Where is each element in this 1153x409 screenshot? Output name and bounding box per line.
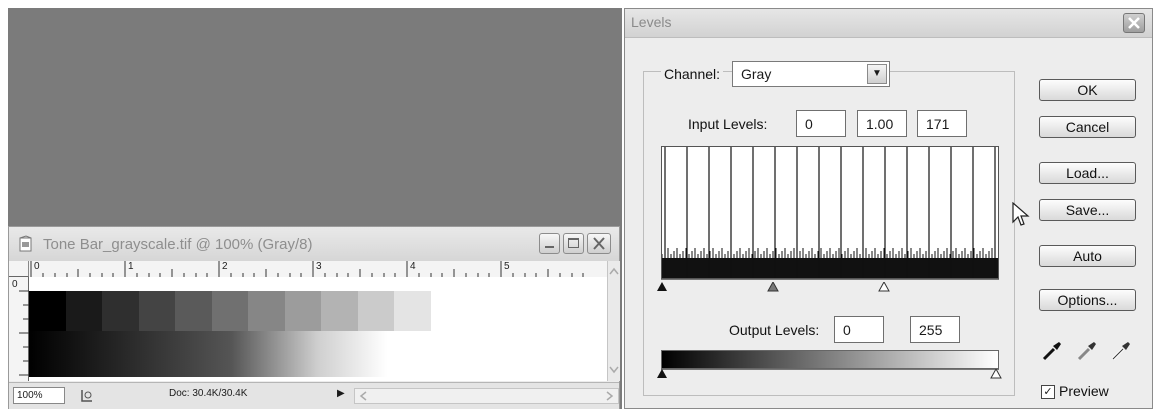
minimize-icon — [545, 246, 554, 248]
levels-titlebar[interactable]: Levels — [625, 9, 1152, 38]
ruler-label: 5 — [504, 261, 510, 272]
tone-step — [321, 291, 358, 331]
options-button[interactable]: Options... — [1039, 289, 1136, 311]
mouse-cursor-icon — [1012, 202, 1030, 226]
maximize-button[interactable] — [563, 233, 584, 254]
output-white-handle[interactable] — [990, 369, 1002, 379]
tone-step — [65, 291, 102, 331]
close-icon — [593, 237, 605, 250]
ruler-label: 4 — [410, 261, 416, 272]
scroll-right-icon — [606, 391, 614, 401]
channel-select[interactable]: Gray ▼ — [732, 61, 890, 87]
gray-eyedropper-icon[interactable] — [1075, 339, 1099, 363]
load-button[interactable]: Load... — [1039, 162, 1136, 184]
checkmark-icon: ✓ — [1043, 386, 1053, 398]
preview-checkbox[interactable]: ✓ — [1041, 385, 1055, 399]
vertical-scrollbar[interactable] — [607, 261, 620, 381]
input-gamma-field[interactable]: 1.00 — [857, 110, 907, 137]
document-titlebar[interactable]: Tone Bar_grayscale.tif @ 100% (Gray/8) — [9, 227, 619, 262]
ruler-label: 3 — [316, 261, 322, 272]
dialog-close-button[interactable] — [1123, 13, 1145, 33]
input-black-field[interactable]: 0 — [796, 110, 846, 137]
black-eyedropper-icon[interactable] — [1040, 339, 1064, 363]
document-title: Tone Bar_grayscale.tif @ 100% (Gray/8) — [43, 236, 313, 253]
status-menu-arrow-icon[interactable]: ▶ — [337, 388, 345, 399]
output-gradient — [661, 350, 999, 369]
chevron-down-icon[interactable]: ▼ — [867, 64, 887, 84]
tone-step — [138, 291, 175, 331]
input-white-handle[interactable] — [878, 282, 890, 292]
vertical-ruler[interactable]: 0 — [9, 277, 29, 381]
minimize-button[interactable] — [539, 233, 560, 254]
levels-title: Levels — [631, 14, 672, 30]
tone-step — [211, 291, 248, 331]
document-size-info: Doc: 30.4K/30.4K — [169, 388, 248, 399]
output-slider-track[interactable] — [661, 369, 999, 370]
histogram — [661, 146, 999, 279]
ruler-label: 0 — [34, 261, 40, 272]
scroll-left-icon — [359, 391, 367, 401]
tone-step — [394, 291, 431, 331]
levels-dialog: Levels Channel: Gray ▼ Input Levels: 0 1… — [624, 8, 1153, 409]
ruler-label: 2 — [222, 261, 228, 272]
tone-step — [175, 291, 212, 331]
vertical-ruler-ticks — [19, 290, 29, 376]
close-button[interactable] — [587, 233, 611, 254]
histogram-graph — [662, 147, 998, 278]
tone-step — [102, 291, 139, 331]
horizontal-scrollbar[interactable] — [354, 388, 619, 404]
tone-steps — [29, 291, 431, 331]
input-levels-label: Input Levels: — [688, 116, 768, 132]
zoom-field[interactable]: 100% — [13, 387, 65, 404]
input-slider-track[interactable] — [661, 279, 999, 280]
tone-step — [284, 291, 321, 331]
save-button[interactable]: Save... — [1039, 199, 1136, 221]
input-white-field[interactable]: 171 — [917, 110, 967, 137]
output-black-field[interactable]: 0 — [834, 316, 884, 343]
close-icon — [1128, 17, 1140, 29]
output-white-field[interactable]: 255 — [910, 316, 960, 343]
channel-value: Gray — [741, 66, 772, 82]
scroll-up-icon — [609, 267, 619, 275]
output-black-handle[interactable] — [656, 369, 668, 379]
maximize-icon — [568, 238, 579, 248]
tone-step — [248, 291, 285, 331]
ok-button[interactable]: OK — [1039, 79, 1136, 101]
channel-label: Channel: — [661, 66, 724, 82]
horizontal-ruler[interactable]: 0 1 2 3 4 5 — [29, 261, 607, 278]
image-canvas[interactable] — [29, 277, 607, 381]
cancel-button[interactable]: Cancel — [1039, 116, 1136, 138]
ruler-origin[interactable] — [9, 261, 29, 277]
document-icon — [19, 235, 32, 252]
tone-gradient — [29, 331, 607, 377]
input-black-handle[interactable] — [656, 282, 668, 292]
white-eyedropper-icon[interactable] — [1109, 339, 1133, 363]
document-window: Tone Bar_grayscale.tif @ 100% (Gray/8) 0… — [8, 226, 620, 409]
tone-step — [357, 291, 394, 331]
preview-label: Preview — [1059, 383, 1109, 399]
auto-button[interactable]: Auto — [1039, 245, 1136, 267]
tone-step — [29, 291, 66, 331]
ruler-label: 1 — [128, 261, 134, 272]
input-gamma-handle[interactable] — [767, 282, 779, 292]
output-levels-label: Output Levels: — [729, 322, 820, 338]
status-bar: 100% Doc: 30.4K/30.4K ▶ — [9, 382, 619, 409]
scroll-down-icon — [609, 366, 619, 374]
status-info-icon[interactable] — [79, 388, 95, 403]
